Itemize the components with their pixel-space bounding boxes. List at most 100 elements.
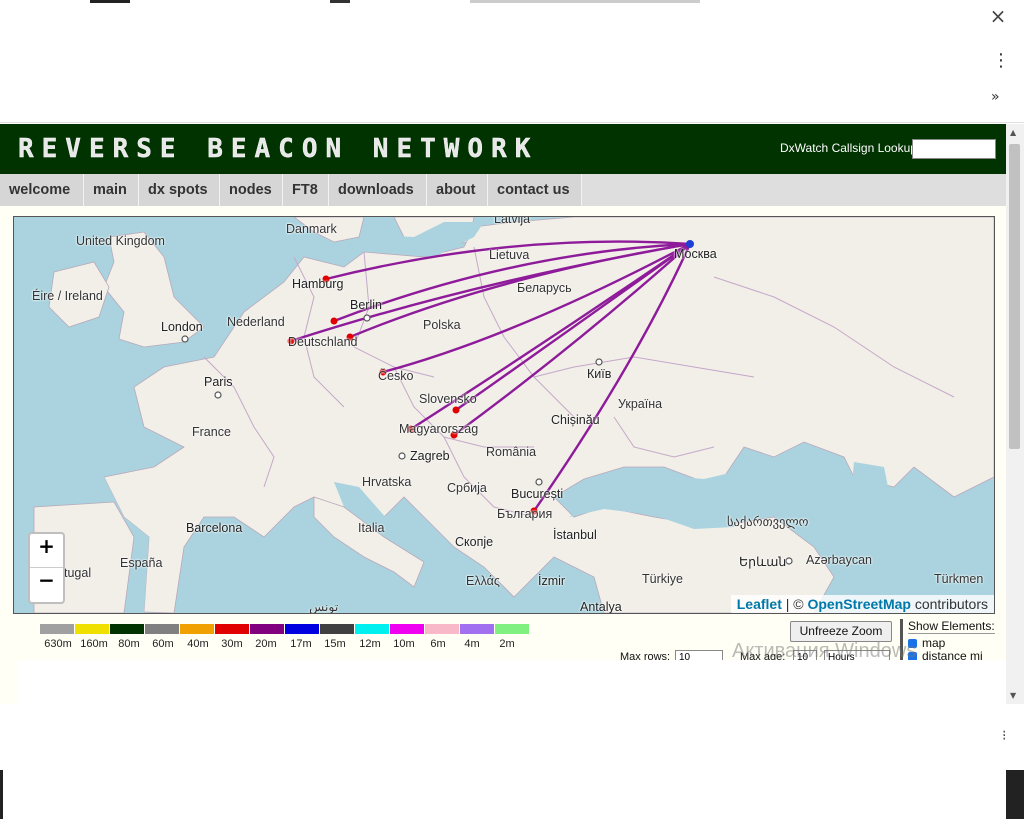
map-label: Barcelona [186,521,243,535]
more-bookmarks-icon[interactable]: » [991,89,1000,105]
map-attribution: Leaflet | © OpenStreetMap contributors [730,595,994,613]
osm-link[interactable]: OpenStreetMap [807,596,910,612]
band-swatch-6m [425,624,459,634]
map-label: تونس [309,600,339,614]
menu-icon[interactable]: ⋮ [992,52,1010,70]
map-label: Երևան [739,555,787,569]
nav-item-dx-spots[interactable]: dx spots [139,174,220,206]
spotter-dot [452,406,460,414]
nav-item-ft8[interactable]: FT8 [283,174,329,206]
callsign-lookup-input[interactable] [912,139,996,159]
band-label: 160m [80,638,108,650]
site-logo[interactable]: REVERSE BEACON NETWORK [18,132,538,166]
map-label: Nederland [227,315,285,329]
close-icon[interactable]: × [988,6,1008,26]
tab-edge [470,0,700,3]
band-swatch-15m [320,624,354,634]
unfreeze-zoom-button[interactable]: Unfreeze Zoom [790,621,892,642]
page-scrollbar[interactable]: ▲ ▼ [1006,124,1024,704]
band-swatch-160m [75,624,109,634]
ellipsis-icon: ⁝ [1002,728,1007,744]
map-label: Chișinău [551,413,600,427]
map-label: Москва [674,247,717,261]
scroll-thumb[interactable] [1009,144,1020,449]
map-label: Київ [587,367,612,381]
main-nav: welcome main dx spots nodes FT8 download… [0,174,1006,206]
city-point [181,335,189,343]
band-swatch-30m [215,624,249,634]
map-label: France [192,425,231,439]
map-label: Danmark [286,222,337,236]
map-label: Éire / Ireland [32,289,103,303]
band-swatch-2m [495,624,529,634]
nav-item-nodes[interactable]: nodes [220,174,283,206]
map-label: Česko [378,369,414,383]
nav-item-welcome[interactable]: welcome [0,174,84,206]
map-label: Latvija [494,216,531,226]
show-elements-title: Show Elements: [908,619,995,634]
scroll-down-icon[interactable]: ▼ [1010,691,1016,700]
map-label: România [486,445,537,459]
map-label: Hamburg [292,277,344,291]
leaflet-link[interactable]: Leaflet [737,596,782,612]
page-overlay [18,660,1006,704]
page-content: REVERSE BEACON NETWORK DxWatch Callsign … [0,124,1006,704]
city-point [595,358,603,366]
band-swatch-4m [460,624,494,634]
nav-item-main[interactable]: main [84,174,139,206]
city-point [398,452,406,460]
band-swatch-80m [110,624,144,634]
tab-edge [90,0,130,3]
toolbar-divider [0,122,1024,123]
scroll-up-icon[interactable]: ▲ [1010,128,1016,137]
map-label: İzmir [538,574,566,588]
band-swatch-60m [145,624,179,634]
attribution-separator: | © [781,596,808,612]
map-label: Azərbaycan [806,553,873,567]
window-edge [1006,770,1024,819]
band-swatch-17m [285,624,319,634]
map-label: საქართველო [727,515,809,529]
browser-top-strip [0,0,1024,40]
show-map-label: map [922,636,946,650]
map-label: Україна [618,397,663,411]
city-point [363,314,371,322]
band-swatch-12m [355,624,389,634]
nav-item-downloads[interactable]: downloads [329,174,427,206]
callsign-lookup-label: DxWatch Callsign Lookup: [780,141,921,155]
map-label: London [161,320,203,334]
map-label: Antalya [580,600,622,614]
map-label: București [511,487,564,501]
map-label: България [497,507,553,521]
map-label: Türkmen [934,572,984,586]
map-label: Беларусь [517,281,572,295]
map-label: Slovensko [419,392,477,406]
city-point [214,391,222,399]
map-label: Hrvatska [362,475,412,489]
map-label: United Kingdom [76,234,165,248]
band-label: 2m [499,638,515,650]
zoom-in-button[interactable]: + [30,534,63,568]
map-label: Скопје [455,535,494,549]
band-label: 4m [464,638,480,650]
zoom-control: + − [28,532,65,604]
map-label: Polska [423,318,461,332]
spot-map[interactable]: United Kingdom Danmark Latvija Lietuva М… [13,216,995,614]
map-label: Lietuva [489,248,530,262]
city-point [535,478,543,486]
spotter-dot [330,317,338,325]
map-label: Ελλάς [466,574,500,588]
map-label: tugal [64,566,92,580]
nav-item-contact-us[interactable]: contact us [488,174,582,206]
zoom-out-button[interactable]: − [30,568,63,601]
map-label: Berlin [350,298,382,312]
band-label: 630m [44,638,72,650]
map-label: Paris [204,375,233,389]
map-label: España [120,556,163,570]
nav-item-about[interactable]: about [427,174,488,206]
map-label: Italia [358,521,385,535]
band-swatch-40m [180,624,214,634]
band-label: 20m [255,638,277,650]
band-swatch-20m [250,624,284,634]
band-label: 60m [152,638,174,650]
